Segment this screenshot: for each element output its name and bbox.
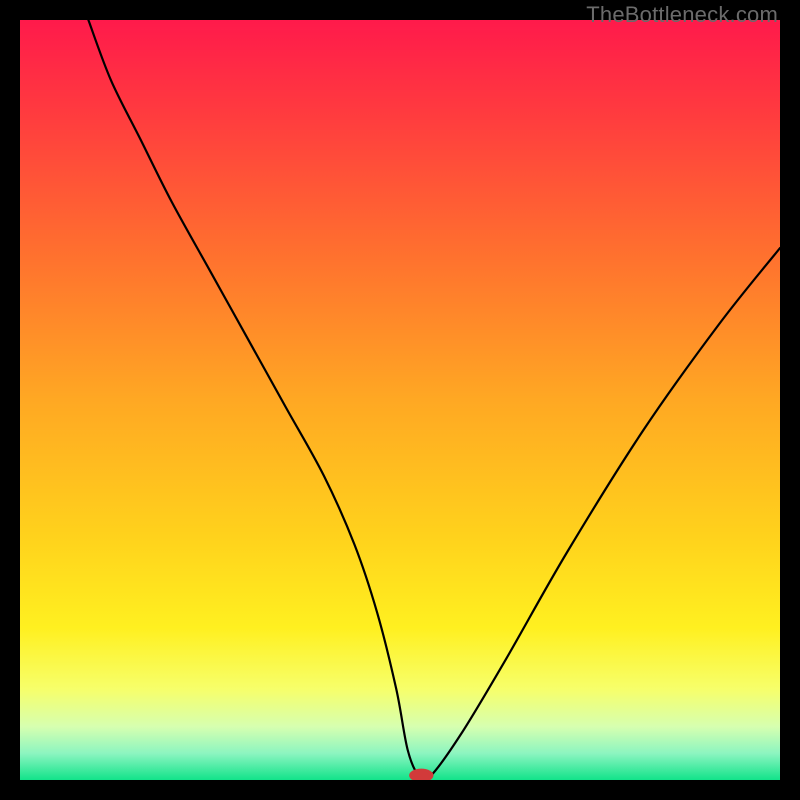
- bottleneck-chart: [20, 20, 780, 780]
- chart-frame: [20, 20, 780, 780]
- gradient-background: [20, 20, 780, 780]
- watermark-text: TheBottleneck.com: [586, 2, 778, 28]
